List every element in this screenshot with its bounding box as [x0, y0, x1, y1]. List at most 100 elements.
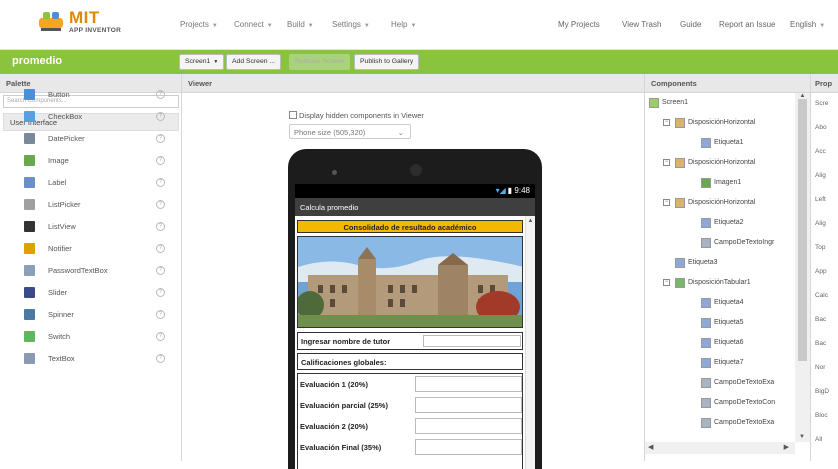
component-tree-item[interactable]: Etiqueta1 [645, 137, 795, 153]
grade-input[interactable] [415, 439, 522, 455]
help-icon[interactable]: ? [156, 178, 165, 187]
help-icon[interactable]: ? [156, 244, 165, 253]
grade-input[interactable] [415, 418, 522, 434]
grade-input[interactable] [415, 376, 522, 392]
phone-size-select[interactable]: Phone size (505,320) ⌄ [289, 124, 411, 139]
palette-item-listview[interactable]: ListView? [0, 216, 181, 238]
label-icon [701, 338, 711, 348]
palette-item-notifier[interactable]: Notifier? [0, 238, 181, 260]
help-icon[interactable]: ? [156, 222, 165, 231]
scrollbar-thumb[interactable] [798, 99, 807, 361]
help-icon[interactable]: ? [156, 156, 165, 165]
warning-icon [24, 243, 35, 254]
property-label: BigD [815, 388, 830, 395]
help-icon[interactable]: ? [156, 354, 165, 363]
grade-input[interactable] [415, 397, 522, 413]
status-time: 9:48 [514, 186, 530, 195]
component-tree-item[interactable]: Etiqueta6 [645, 337, 795, 353]
palette-item-label: DatePicker [48, 134, 85, 143]
palette-item-switch[interactable]: Switch? [0, 326, 181, 348]
component-tree-item[interactable]: Etiqueta4 [645, 297, 795, 313]
palette-item-button[interactable]: Button? [0, 84, 181, 106]
collapse-toggle-icon[interactable]: − [663, 119, 670, 126]
palette-item-label: ListPicker [48, 200, 81, 209]
help-icon[interactable]: ? [156, 112, 165, 121]
menu-settings[interactable]: Settings ▼ [332, 20, 370, 29]
palette-item-checkbox[interactable]: CheckBox? [0, 106, 181, 128]
scroll-down-icon[interactable]: ▼ [799, 434, 805, 440]
component-tree-item[interactable]: Etiqueta5 [645, 317, 795, 333]
menu-language[interactable]: English ▼ [790, 20, 825, 29]
screen-scrollbar[interactable]: ▲ [525, 216, 535, 469]
scroll-up-icon[interactable]: ▲ [526, 218, 535, 224]
menu-build[interactable]: Build ▼ [287, 20, 314, 29]
chevron-down-icon: ⌄ [397, 128, 404, 137]
palette-item-slider[interactable]: Slider? [0, 282, 181, 304]
help-icon[interactable]: ? [156, 90, 165, 99]
menu-projects[interactable]: Projects ▼ [180, 20, 218, 29]
component-tree-item[interactable]: Etiqueta7 [645, 357, 795, 373]
component-label: DisposiciónHorizontal [688, 119, 756, 126]
app-inventor-logo[interactable]: MIT APP INVENTOR [37, 8, 147, 42]
component-tree-item[interactable]: Imagen1 [645, 177, 795, 193]
link-report-issue[interactable]: Report an Issue [719, 20, 775, 29]
palette-item-label[interactable]: Label? [0, 172, 181, 194]
publish-gallery-button[interactable]: Publish to Gallery [354, 54, 420, 70]
help-icon[interactable]: ? [156, 288, 165, 297]
menu-help[interactable]: Help ▼ [391, 20, 416, 29]
palette-item-datepicker[interactable]: DatePicker? [0, 128, 181, 150]
palette-panel: Palette Search Components... User Interf… [0, 74, 182, 461]
add-screen-button[interactable]: Add Screen ... [226, 54, 282, 70]
component-tree-item[interactable]: CampoDeTextoIngr [645, 237, 795, 253]
link-view-trash[interactable]: View Trash [622, 20, 661, 29]
menu-connect[interactable]: Connect ▼ [234, 20, 273, 29]
component-tree-item[interactable]: CampoDeTextoExa [645, 377, 795, 393]
remove-screen-button[interactable]: Remove Screen [289, 54, 350, 70]
tutor-input[interactable] [423, 335, 521, 347]
components-scrollbar[interactable]: ▲ ▼ [795, 93, 810, 442]
help-icon[interactable]: ? [156, 266, 165, 275]
project-toolbar: promedio Screen1 ▼ Add Screen ... Remove … [0, 50, 838, 74]
component-tree-item[interactable]: −Screen1 [645, 97, 795, 113]
scroll-left-icon[interactable]: ◀ [648, 443, 653, 451]
help-icon[interactable]: ? [156, 134, 165, 143]
campus-image[interactable] [297, 236, 523, 328]
help-icon[interactable]: ? [156, 332, 165, 341]
component-label: CampoDeTextoExa [714, 419, 775, 426]
screen-body: Consolidado de resultado académico Ingre… [295, 216, 535, 469]
palette-item-textbox[interactable]: TextBox? [0, 348, 181, 370]
component-tree-item[interactable]: CampoDeTextoExa [645, 417, 795, 433]
palette-item-listpicker[interactable]: ListPicker? [0, 194, 181, 216]
help-icon[interactable]: ? [156, 200, 165, 209]
components-hscrollbar[interactable]: ◀ ▶ [645, 442, 795, 454]
app-title-bar: Calcula promedio [295, 198, 535, 216]
component-tree-item[interactable]: − DisposiciónHorizontal [645, 197, 795, 213]
property-label: Alig [815, 220, 826, 227]
collapse-toggle-icon[interactable]: − [663, 159, 670, 166]
component-label: Etiqueta1 [714, 139, 744, 146]
component-tree-item[interactable]: − DisposiciónHorizontal [645, 117, 795, 133]
link-guide[interactable]: Guide [680, 20, 701, 29]
palette-item-image[interactable]: Image? [0, 150, 181, 172]
screen-select[interactable]: Screen1 ▼ [179, 54, 225, 70]
component-tree-item[interactable]: Etiqueta3 [645, 257, 795, 273]
component-tree-item[interactable]: − DisposiciónTabular1 [645, 277, 795, 293]
collapse-toggle-icon[interactable]: − [663, 279, 670, 286]
component-tree-item[interactable]: − DisposiciónHorizontal [645, 157, 795, 173]
component-tree-item[interactable]: Etiqueta2 [645, 217, 795, 233]
scroll-right-icon[interactable]: ▶ [784, 443, 789, 451]
palette-item-passwordtextbox[interactable]: PasswordTextBox? [0, 260, 181, 282]
palette-item-spinner[interactable]: Spinner? [0, 304, 181, 326]
label-icon [701, 358, 711, 368]
component-tree-item[interactable]: CampoDeTextoCon [645, 397, 795, 413]
switch-icon [24, 331, 35, 342]
link-my-projects[interactable]: My Projects [558, 20, 600, 29]
component-label: Etiqueta4 [714, 299, 744, 306]
help-icon[interactable]: ? [156, 310, 165, 319]
banner-label[interactable]: Consolidado de resultado académico [297, 220, 523, 233]
phone-screen: ▾◢ ▮ 9:48 Calcula promedio Consolidado de… [295, 184, 535, 469]
display-hidden-checkbox[interactable]: Display hidden components in Viewer [289, 111, 424, 120]
collapse-toggle-icon[interactable]: − [663, 199, 670, 206]
grade-row-2: Evaluación parcial (25%) [298, 395, 524, 416]
components-title: Components [645, 74, 810, 93]
